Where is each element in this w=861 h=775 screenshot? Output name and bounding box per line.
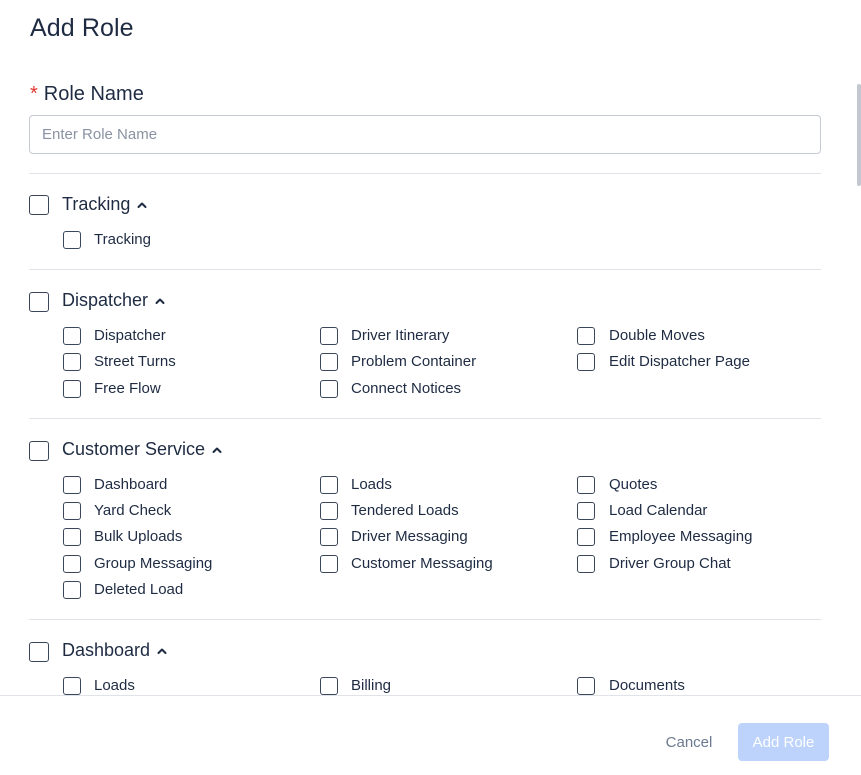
role-name-label-text: Role Name (43, 83, 144, 105)
permission-checkbox[interactable] (577, 476, 595, 494)
permission-checkbox[interactable] (63, 555, 81, 573)
permission-label[interactable]: Dashboard (94, 476, 167, 493)
permission-checkbox[interactable] (320, 502, 338, 520)
permission-checkbox[interactable] (577, 555, 595, 573)
cancel-button[interactable]: Cancel (650, 723, 728, 761)
permission-checkbox[interactable] (63, 677, 81, 695)
permission-checkbox[interactable] (320, 677, 338, 695)
role-name-label: * Role Name (30, 83, 144, 106)
chevron-up-icon (137, 202, 147, 208)
permission-checkbox[interactable] (320, 327, 338, 345)
modal-footer: Cancel Add Role (0, 695, 861, 775)
group-checkbox-tracking[interactable] (29, 195, 49, 215)
permission-label[interactable]: Employee Messaging (609, 528, 752, 545)
permission-checkbox[interactable] (63, 476, 81, 494)
permission-label[interactable]: Driver Group Chat (609, 555, 731, 572)
permission-label[interactable]: Street Turns (94, 353, 176, 370)
permission-checkbox[interactable] (320, 528, 338, 546)
permission-label[interactable]: Bulk Uploads (94, 528, 182, 545)
add-role-button[interactable]: Add Role (738, 723, 829, 761)
divider (29, 269, 821, 270)
permission-checkbox[interactable] (63, 231, 81, 249)
permission-label[interactable]: Driver Itinerary (351, 327, 449, 344)
group-title: Dispatcher (62, 290, 149, 310)
chevron-up-icon (157, 648, 167, 654)
permission-checkbox[interactable] (63, 353, 81, 371)
permission-checkbox[interactable] (63, 502, 81, 520)
permission-label[interactable]: Deleted Load (94, 581, 183, 598)
group-toggle-dispatcher[interactable]: Dispatcher (62, 290, 166, 311)
permission-label[interactable]: Documents (609, 677, 685, 694)
permission-checkbox[interactable] (320, 476, 338, 494)
permission-checkbox[interactable] (320, 353, 338, 371)
modal-title: Add Role (30, 14, 134, 42)
permission-label[interactable]: Group Messaging (94, 555, 212, 572)
permission-checkbox[interactable] (577, 327, 595, 345)
chevron-up-icon (155, 298, 165, 304)
permission-checkbox[interactable] (577, 353, 595, 371)
permission-checkbox[interactable] (63, 380, 81, 398)
group-title: Tracking (62, 194, 131, 214)
permission-checkbox[interactable] (63, 327, 81, 345)
permission-label[interactable]: Dispatcher (94, 327, 166, 344)
group-checkbox-customer-service[interactable] (29, 441, 49, 461)
permission-label[interactable]: Tendered Loads (351, 502, 459, 519)
group-checkbox-dashboard[interactable] (29, 642, 49, 662)
permission-label[interactable]: Problem Container (351, 353, 476, 370)
permission-label[interactable]: Loads (94, 677, 135, 694)
permission-checkbox[interactable] (577, 677, 595, 695)
permission-label[interactable]: Loads (351, 476, 392, 493)
permission-label[interactable]: Quotes (609, 476, 657, 493)
permission-label[interactable]: Yard Check (94, 502, 171, 519)
permission-label[interactable]: Free Flow (94, 380, 161, 397)
group-toggle-dashboard[interactable]: Dashboard (62, 640, 168, 661)
permission-label[interactable]: Load Calendar (609, 502, 707, 519)
required-asterisk: * (30, 83, 38, 105)
permission-label[interactable]: Customer Messaging (351, 555, 493, 572)
modal-body[interactable]: Add Role *Role Name Tracking Tracking Di… (0, 0, 861, 696)
group-title: Customer Service (62, 439, 206, 459)
permission-checkbox[interactable] (63, 581, 81, 599)
permission-checkbox[interactable] (577, 502, 595, 520)
chevron-up-icon (212, 447, 222, 453)
group-title: Dashboard (62, 640, 151, 660)
group-checkbox-dispatcher[interactable] (29, 292, 49, 312)
permission-checkbox[interactable] (320, 555, 338, 573)
group-toggle-customer-service[interactable]: Customer Service (62, 439, 223, 460)
permission-label[interactable]: Edit Dispatcher Page (609, 353, 750, 370)
permission-label[interactable]: Billing (351, 677, 391, 694)
permission-label[interactable]: Driver Messaging (351, 528, 468, 545)
divider (29, 619, 821, 620)
permission-label[interactable]: Double Moves (609, 327, 705, 344)
scrollbar-thumb[interactable] (857, 84, 861, 186)
permission-checkbox[interactable] (320, 380, 338, 398)
permission-label[interactable]: Connect Notices (351, 380, 461, 397)
group-toggle-tracking[interactable]: Tracking (62, 194, 148, 215)
divider (29, 173, 821, 174)
permission-label[interactable]: Tracking (94, 231, 151, 248)
role-name-input[interactable] (29, 115, 821, 154)
permission-checkbox[interactable] (63, 528, 81, 546)
permission-checkbox[interactable] (577, 528, 595, 546)
divider (29, 418, 821, 419)
